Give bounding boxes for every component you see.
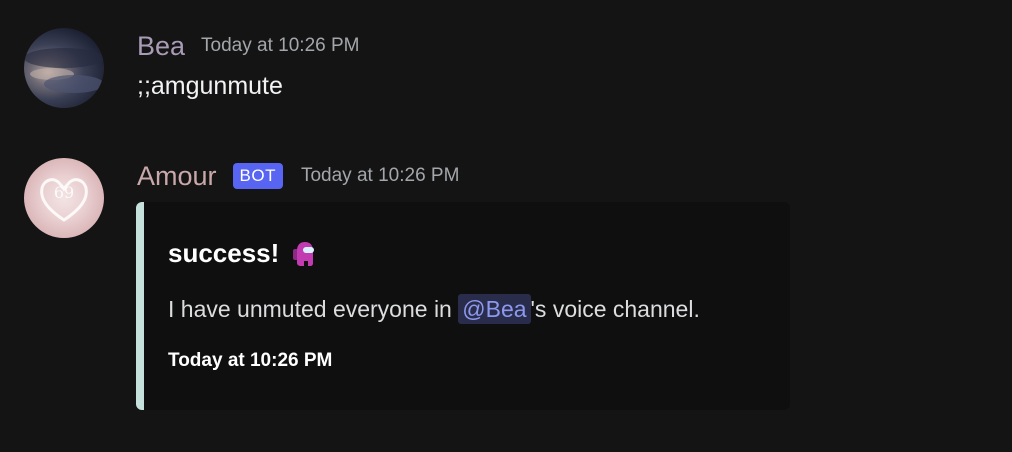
username[interactable]: Bea (137, 31, 185, 62)
timestamp[interactable]: Today at 10:26 PM (301, 165, 459, 187)
timestamp[interactable]: Today at 10:26 PM (201, 35, 359, 57)
embed-description-prefix: I have unmuted everyone in (168, 296, 459, 322)
svg-text:69: 69 (54, 183, 74, 202)
embed-title-text: success! (168, 238, 280, 268)
message-header: Bea Today at 10:26 PM (137, 26, 359, 66)
among-us-crewmate-icon (293, 241, 315, 266)
user-mention[interactable]: @Bea (458, 294, 531, 324)
avatar[interactable] (24, 28, 104, 108)
avatar[interactable]: 69 (24, 158, 104, 238)
username[interactable]: Amour (137, 161, 217, 192)
embed: success! I have unmuted everyone in @Bea… (136, 202, 790, 410)
embed-description-suffix: 's voice channel. (530, 296, 700, 322)
message-header: Amour BOT Today at 10:26 PM (137, 156, 459, 196)
embed-description: I have unmuted everyone in @Bea's voice … (168, 294, 700, 324)
embed-footer-timestamp: Today at 10:26 PM (168, 350, 333, 371)
heart-icon: 69 (40, 178, 88, 222)
embed-title: success! (168, 238, 315, 269)
chat-messages: Bea Today at 10:26 PM ;;amgunmute 69 Amo… (0, 0, 1012, 452)
bot-badge: BOT (232, 163, 283, 189)
message-content: ;;amgunmute (137, 72, 283, 100)
avatar-landscape-image (24, 48, 104, 93)
embed-accent-bar (136, 202, 144, 410)
